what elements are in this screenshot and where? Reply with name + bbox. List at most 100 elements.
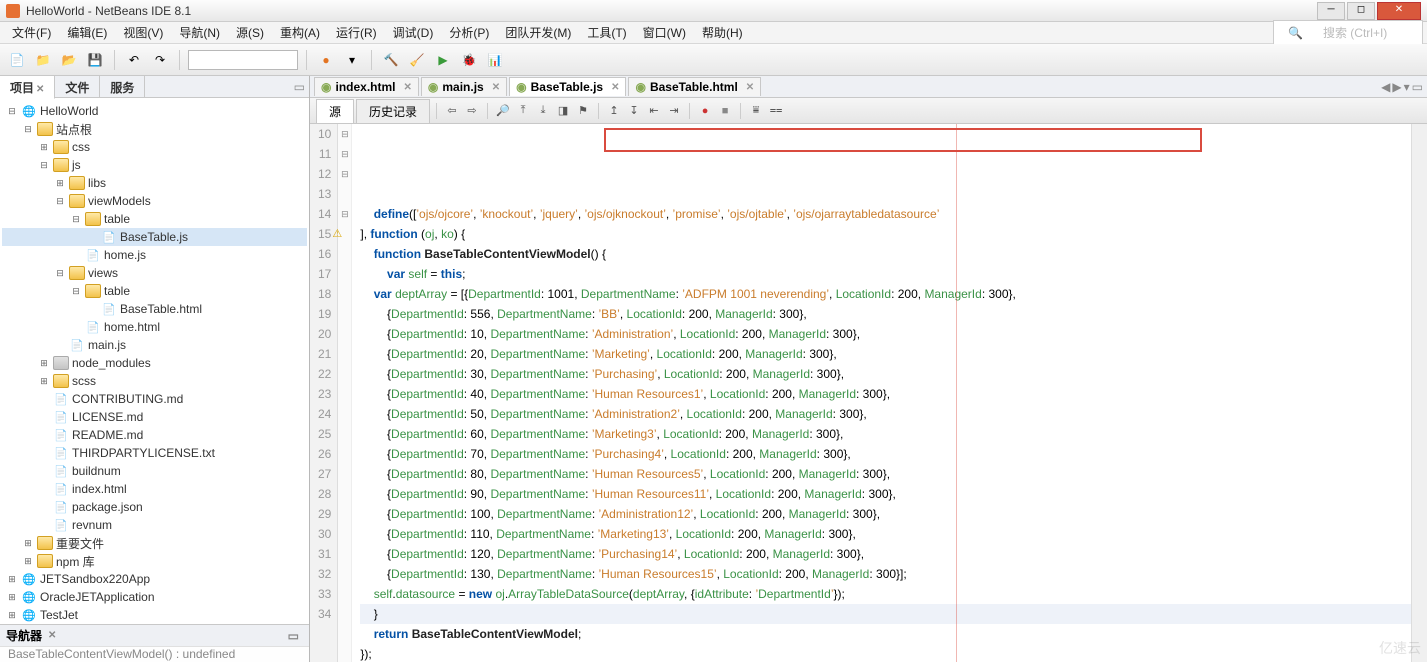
- tree-row[interactable]: 📄home.js: [2, 246, 307, 264]
- menu-file[interactable]: 文件(F): [4, 22, 59, 43]
- tree-twisty-icon[interactable]: ⊞: [38, 142, 50, 153]
- prev-bookmark-icon[interactable]: ↥: [605, 102, 623, 120]
- tree-row[interactable]: ⊞🌐OracleJETApplication: [2, 588, 307, 606]
- start-macro-icon[interactable]: ●: [696, 102, 714, 120]
- code-line[interactable]: define([’ojs/ojcore’, ’knockout’, ’jquer…: [360, 204, 1411, 224]
- tree-row[interactable]: ⊞libs: [2, 174, 307, 192]
- code-line[interactable]: {DepartmentId: 90, DepartmentName: ’Huma…: [360, 484, 1411, 504]
- tree-twisty-icon[interactable]: ⊞: [6, 592, 18, 603]
- new-file-button[interactable]: 📄: [6, 49, 28, 71]
- profile-button[interactable]: 📊: [484, 49, 506, 71]
- tree-row[interactable]: 📄THIRDPARTYLICENSE.txt: [2, 444, 307, 462]
- close-icon[interactable]: ✕: [746, 82, 754, 93]
- close-icon[interactable]: ✕: [36, 84, 44, 95]
- code-line[interactable]: var deptArray = [{DepartmentId: 1001, De…: [360, 284, 1411, 304]
- browser-icon[interactable]: ●: [315, 49, 337, 71]
- menu-help[interactable]: 帮助(H): [694, 22, 751, 43]
- comment-icon[interactable]: ⩸: [747, 102, 765, 120]
- find-selection-icon[interactable]: 🔎: [494, 102, 512, 120]
- code-line[interactable]: {DepartmentId: 60, DepartmentName: ’Mark…: [360, 424, 1411, 444]
- minimize-panel-icon[interactable]: ▭: [294, 80, 305, 94]
- code-line[interactable]: ], function (oj, ko) {⚠: [360, 224, 1411, 244]
- vertical-scrollbar[interactable]: [1411, 124, 1427, 662]
- chevron-down-icon[interactable]: ▾: [341, 49, 363, 71]
- tree-row[interactable]: ⊞npm 库: [2, 552, 307, 570]
- run-button[interactable]: ▶: [432, 49, 454, 71]
- find-next-icon[interactable]: ⤓: [534, 102, 552, 120]
- tree-twisty-icon[interactable]: ⊟: [38, 160, 50, 171]
- project-tree[interactable]: ⊟🌐HelloWorld⊟站点根⊞css⊟js⊞libs⊟viewModels⊟…: [0, 98, 309, 624]
- menu-refactor[interactable]: 重构(A): [272, 22, 328, 43]
- stop-macro-icon[interactable]: ■: [716, 102, 734, 120]
- tab-scroll-right-icon[interactable]: ▶: [1392, 80, 1401, 94]
- menu-run[interactable]: 运行(R): [328, 22, 385, 43]
- tree-row[interactable]: 📄buildnum: [2, 462, 307, 480]
- code-line[interactable]: {DepartmentId: 30, DepartmentName: ’Purc…: [360, 364, 1411, 384]
- minimize-panel-icon[interactable]: ▭: [288, 629, 299, 643]
- tree-row[interactable]: 📄BaseTable.html: [2, 300, 307, 318]
- debug-button[interactable]: 🐞: [458, 49, 480, 71]
- tree-row[interactable]: ⊟table: [2, 282, 307, 300]
- code-line[interactable]: {DepartmentId: 70, DepartmentName: ’Purc…: [360, 444, 1411, 464]
- code-line[interactable]: }: [360, 604, 1411, 624]
- tree-row[interactable]: 📄main.js: [2, 336, 307, 354]
- tree-row[interactable]: 📄package.json: [2, 498, 307, 516]
- code-line[interactable]: {DepartmentId: 40, DepartmentName: ’Huma…: [360, 384, 1411, 404]
- toggle-highlight-icon[interactable]: ◨: [554, 102, 572, 120]
- menu-profile[interactable]: 分析(P): [441, 22, 497, 43]
- code-line[interactable]: {DepartmentId: 20, DepartmentName: ’Mark…: [360, 344, 1411, 364]
- tree-row[interactable]: 📄index.html: [2, 480, 307, 498]
- menu-view[interactable]: 视图(V): [115, 22, 171, 43]
- code-line[interactable]: {DepartmentId: 120, DepartmentName: ’Pur…: [360, 544, 1411, 564]
- sidebar-tab-projects[interactable]: 项目✕: [0, 76, 55, 99]
- file-tab[interactable]: ◉main.js✕: [421, 77, 507, 96]
- code-line[interactable]: {DepartmentId: 556, DepartmentName: ’BB’…: [360, 304, 1411, 324]
- tree-row[interactable]: ⊞🌐JETSandbox220App: [2, 570, 307, 588]
- tree-row[interactable]: 📄BaseTable.js: [2, 228, 307, 246]
- navigator-panel-header[interactable]: 导航器✕ ▭: [0, 624, 309, 646]
- code-editor[interactable]: 1011121314151617181920212223242526272829…: [310, 124, 1427, 662]
- tab-scroll-left-icon[interactable]: ◀: [1381, 80, 1390, 94]
- maximize-editor-icon[interactable]: ▭: [1412, 80, 1423, 94]
- tree-twisty-icon[interactable]: ⊞: [22, 556, 34, 567]
- code-line[interactable]: return BaseTableContentViewModel;: [360, 624, 1411, 644]
- new-project-button[interactable]: 📁: [32, 49, 54, 71]
- redo-button[interactable]: ↷: [149, 49, 171, 71]
- close-icon[interactable]: ✕: [48, 630, 56, 641]
- tree-twisty-icon[interactable]: ⊟: [70, 286, 82, 297]
- menu-navigate[interactable]: 导航(N): [171, 22, 228, 43]
- tree-row[interactable]: ⊟🌐HelloWorld: [2, 102, 307, 120]
- open-button[interactable]: 📂: [58, 49, 80, 71]
- find-prev-icon[interactable]: ⤒: [514, 102, 532, 120]
- uncomment-icon[interactable]: ⩵: [767, 102, 785, 120]
- tree-row[interactable]: ⊞🌐TestJet: [2, 606, 307, 624]
- config-combo[interactable]: [188, 50, 298, 70]
- tree-row[interactable]: ⊟viewModels: [2, 192, 307, 210]
- sidebar-tab-services[interactable]: 服务: [100, 76, 145, 98]
- close-button[interactable]: ✕: [1377, 2, 1421, 20]
- tree-twisty-icon[interactable]: ⊞: [6, 574, 18, 585]
- source-view-tab[interactable]: 源: [316, 99, 354, 123]
- minimize-button[interactable]: ─: [1317, 2, 1345, 20]
- menu-debug[interactable]: 调试(D): [385, 22, 442, 43]
- next-bookmark-icon[interactable]: ↧: [625, 102, 643, 120]
- tree-twisty-icon[interactable]: ⊟: [54, 196, 66, 207]
- code-line[interactable]: self.datasource = new oj.ArrayTableDataS…: [360, 584, 1411, 604]
- tree-twisty-icon[interactable]: ⊞: [22, 538, 34, 549]
- code-line[interactable]: {DepartmentId: 10, DepartmentName: ’Admi…: [360, 324, 1411, 344]
- tree-row[interactable]: ⊟table: [2, 210, 307, 228]
- menu-edit[interactable]: 编辑(E): [59, 22, 115, 43]
- menu-source[interactable]: 源(S): [228, 22, 272, 43]
- tree-twisty-icon[interactable]: ⊞: [38, 376, 50, 387]
- save-all-button[interactable]: 💾: [84, 49, 106, 71]
- history-view-tab[interactable]: 历史记录: [356, 99, 430, 123]
- menu-tools[interactable]: 工具(T): [579, 22, 634, 43]
- tree-twisty-icon[interactable]: ⊟: [70, 214, 82, 225]
- tree-row[interactable]: ⊞重要文件: [2, 534, 307, 552]
- tree-row[interactable]: ⊞css: [2, 138, 307, 156]
- file-tab[interactable]: ◉BaseTable.html✕: [628, 77, 761, 96]
- tree-row[interactable]: 📄revnum: [2, 516, 307, 534]
- clean-build-button[interactable]: 🧹: [406, 49, 428, 71]
- close-icon[interactable]: ✕: [492, 82, 500, 93]
- maximize-button[interactable]: ◻: [1347, 2, 1375, 20]
